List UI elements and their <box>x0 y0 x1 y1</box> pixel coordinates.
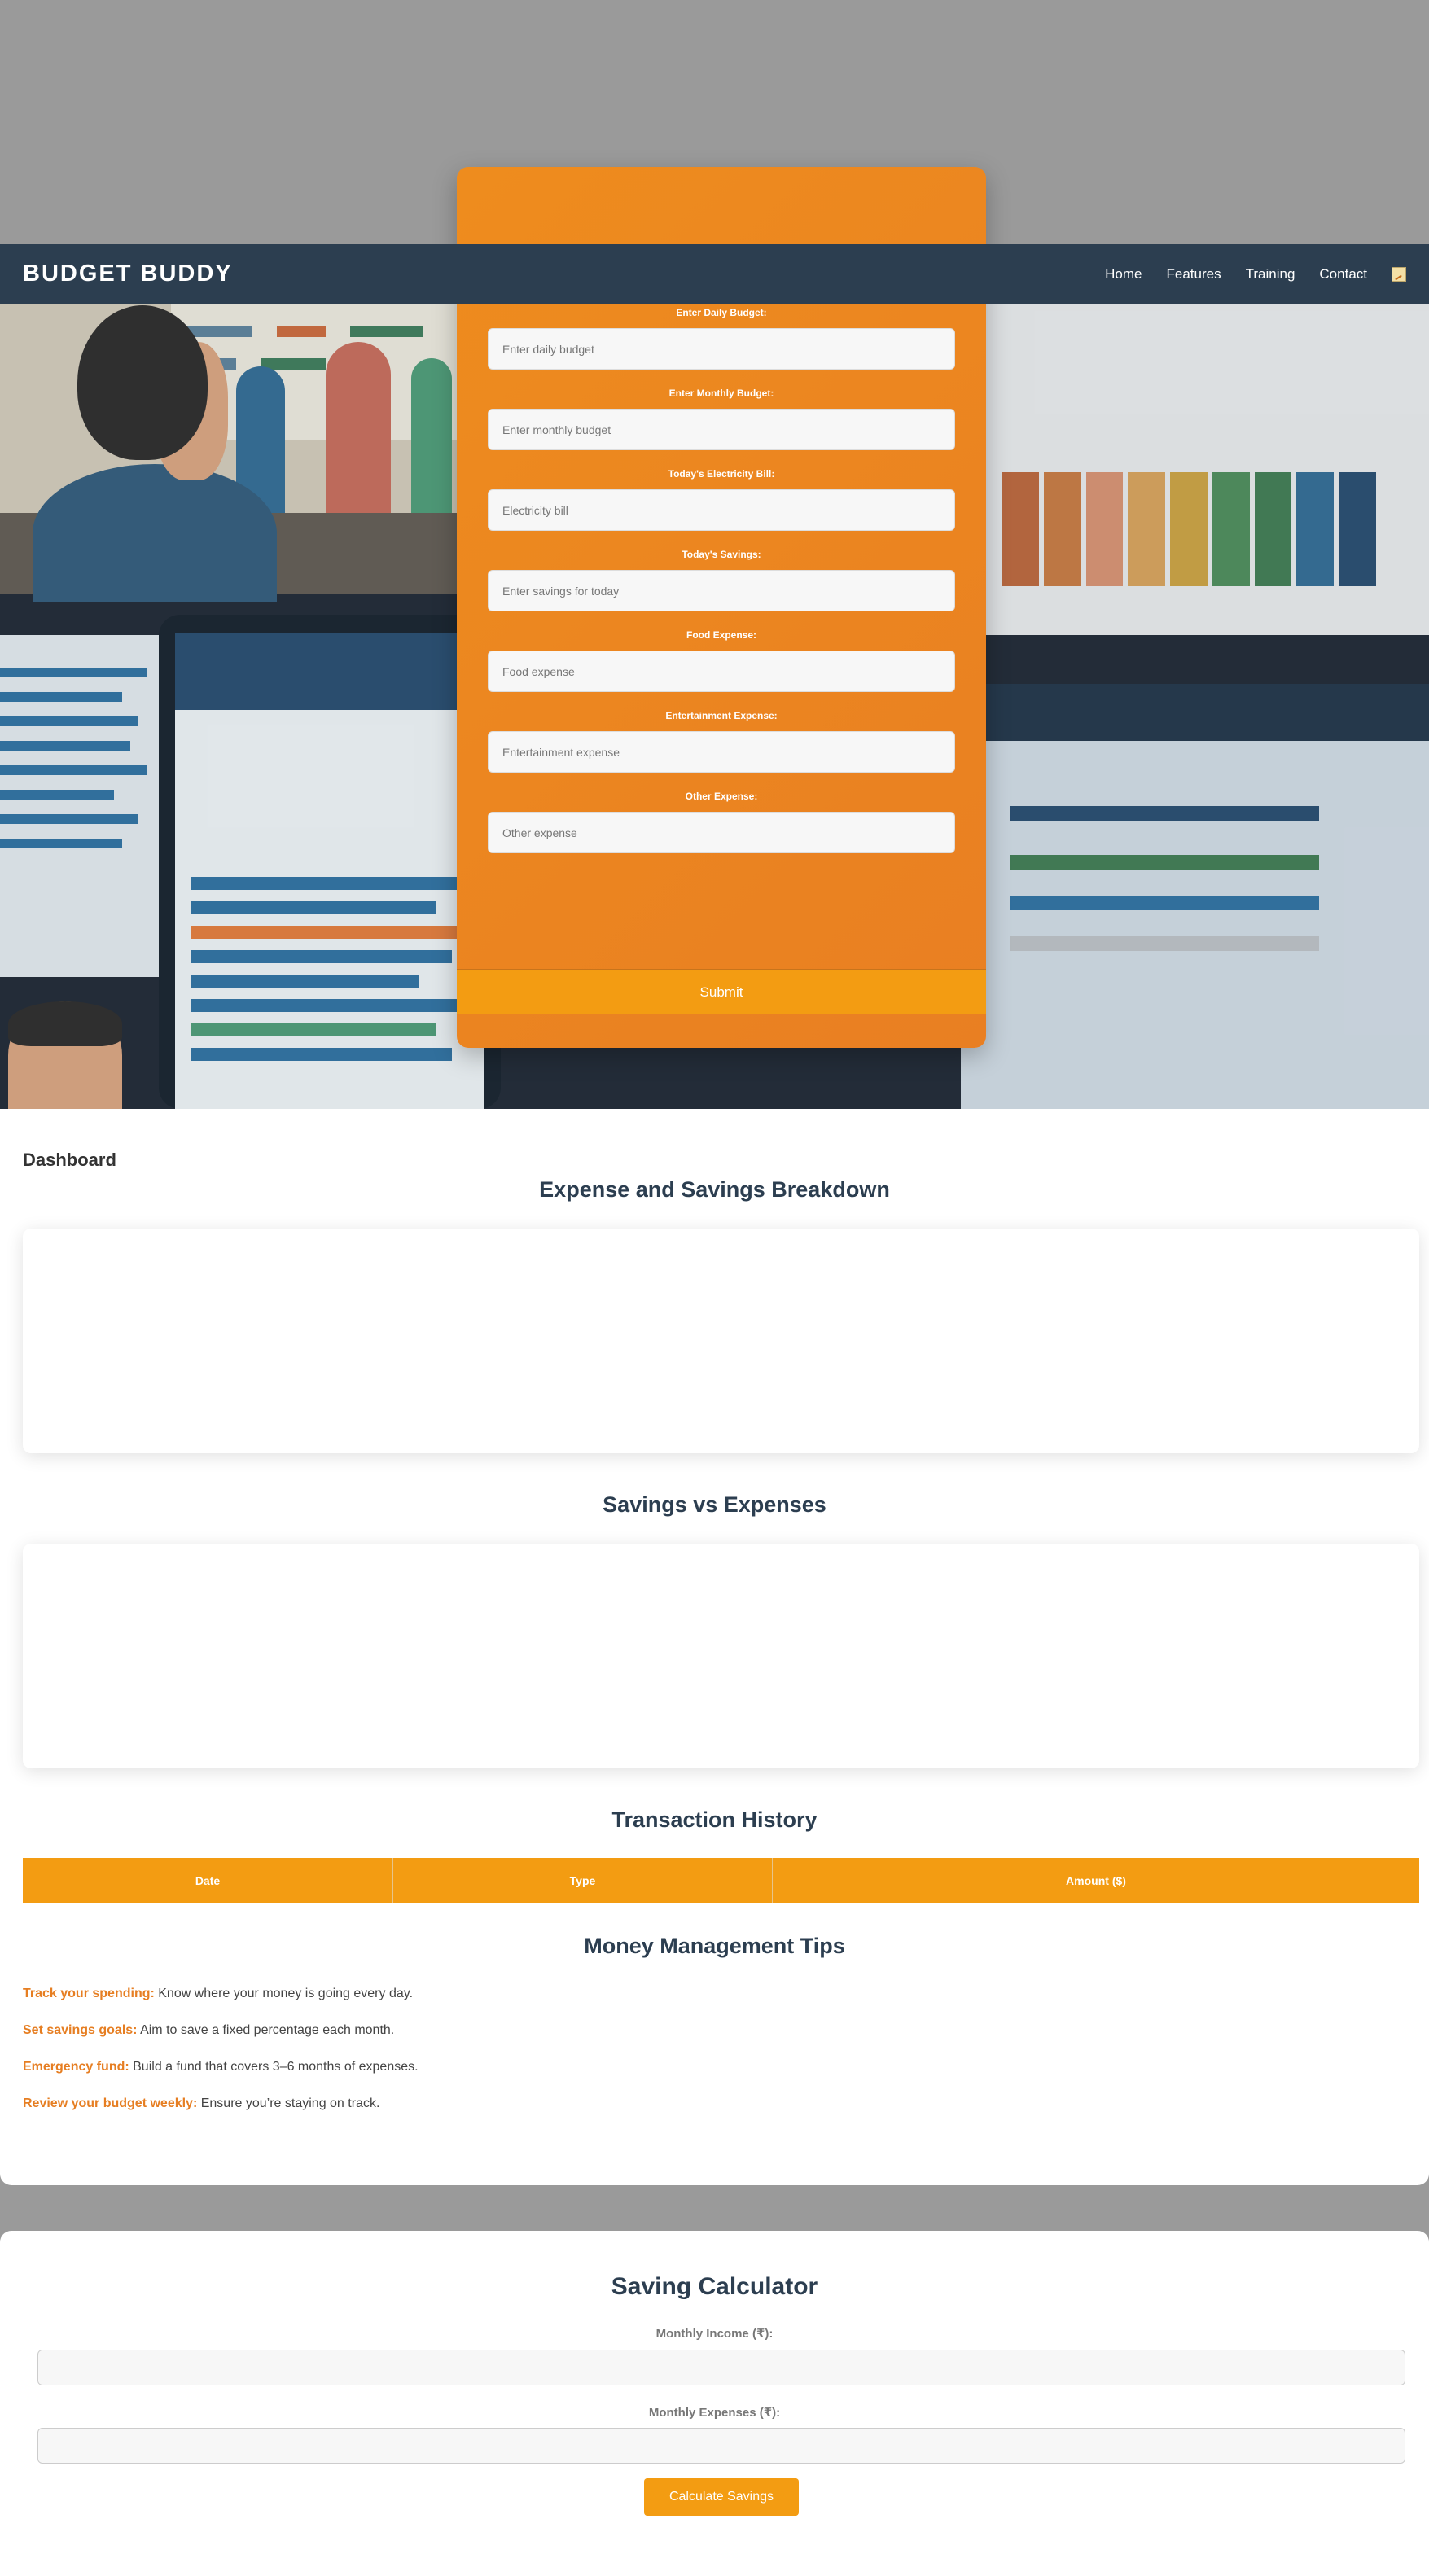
navbar: BUDGET BUDDY Home Features Training Cont… <box>0 244 1429 304</box>
monthly-expenses-input[interactable] <box>37 2428 1405 2464</box>
tips-heading: Money Management Tips <box>584 1934 845 1958</box>
tip-title: Review your budget weekly: <box>23 2096 198 2110</box>
breakdown-heading: Expense and Savings Breakdown <box>539 1177 890 1202</box>
calculator-heading: Saving Calculator <box>611 2273 818 2300</box>
tip-text: Know where your money is going every day… <box>154 1987 414 2000</box>
brand-logo[interactable]: BUDGET BUDDY <box>23 261 233 287</box>
tip-title: Set savings goals: <box>23 2023 138 2037</box>
history-heading: Transaction History <box>611 1807 818 1832</box>
dashboard-title: Dashboard <box>23 1150 116 1170</box>
tip-text: Build a fund that covers 3–6 months of e… <box>129 2060 419 2074</box>
saving-calculator-section: Saving Calculator Monthly Income (₹): Mo… <box>0 2231 1429 2576</box>
nav-link-training[interactable]: Training <box>1246 266 1295 283</box>
nav-link-features[interactable]: Features <box>1167 266 1221 283</box>
other-expense-label: Other Expense: <box>685 791 758 802</box>
list-item: Emergency fund: Build a fund that covers… <box>23 2060 1407 2075</box>
list-item: Set savings goals: Aim to save a fixed p… <box>23 2023 1407 2039</box>
dashboard-section: Dashboard Expense and Savings Breakdown … <box>0 1109 1429 2185</box>
electricity-bill-input[interactable] <box>488 489 955 531</box>
list-item: Track your spending: Know where your mon… <box>23 1987 1407 2002</box>
type-column-header[interactable]: Type <box>392 1858 773 1903</box>
other-expense-input[interactable] <box>488 812 955 853</box>
calculate-savings-button[interactable]: Calculate Savings <box>644 2478 799 2516</box>
comparison-chart <box>23 1544 1419 1768</box>
list-item: Review your budget weekly: Ensure you’re… <box>23 2096 1407 2112</box>
savings-label: Today's Savings: <box>682 549 761 560</box>
electricity-bill-label: Today's Electricity Bill: <box>668 468 775 480</box>
tip-text: Ensure you’re staying on track. <box>197 2096 380 2110</box>
date-column-header[interactable]: Date <box>23 1858 393 1903</box>
submit-button[interactable]: Submit <box>457 969 986 1014</box>
breakdown-chart <box>23 1229 1419 1453</box>
comparison-heading: Savings vs Expenses <box>603 1492 826 1517</box>
tip-title: Track your spending: <box>23 1987 155 2000</box>
nav-link-home[interactable]: Home <box>1105 266 1142 283</box>
nav-links: Home Features Training Contact <box>1105 266 1406 283</box>
nav-link-contact[interactable]: Contact <box>1319 266 1367 283</box>
monthly-expenses-label: Monthly Expenses (₹): <box>648 2406 781 2420</box>
monthly-income-input[interactable] <box>37 2350 1405 2385</box>
amount-column-header[interactable]: Amount ($) <box>772 1858 1419 1903</box>
tip-title: Emergency fund: <box>23 2060 129 2074</box>
chart-icon[interactable] <box>1392 266 1406 282</box>
entertainment-expense-input[interactable] <box>488 731 955 773</box>
entertainment-expense-label: Entertainment Expense: <box>665 710 778 721</box>
daily-budget-label: Enter Daily Budget: <box>676 307 767 318</box>
table-header-row: Date Type Amount ($) <box>23 1858 1419 1903</box>
transaction-table: Date Type Amount ($) <box>23 1858 1419 1903</box>
daily-budget-input[interactable] <box>488 328 955 370</box>
monthly-income-label: Monthly Income (₹): <box>655 2327 774 2341</box>
budget-form: Enter Daily Budget: Enter Monthly Budget… <box>488 307 955 871</box>
monthly-budget-input[interactable] <box>488 409 955 450</box>
food-expense-label: Food Expense: <box>686 629 756 641</box>
tips-list: Track your spending: Know where your mon… <box>23 1987 1407 2133</box>
food-expense-input[interactable] <box>488 651 955 692</box>
monthly-budget-label: Enter Monthly Budget: <box>668 388 774 399</box>
savings-input[interactable] <box>488 570 955 611</box>
tip-text: Aim to save a fixed percentage each mont… <box>137 2023 395 2037</box>
